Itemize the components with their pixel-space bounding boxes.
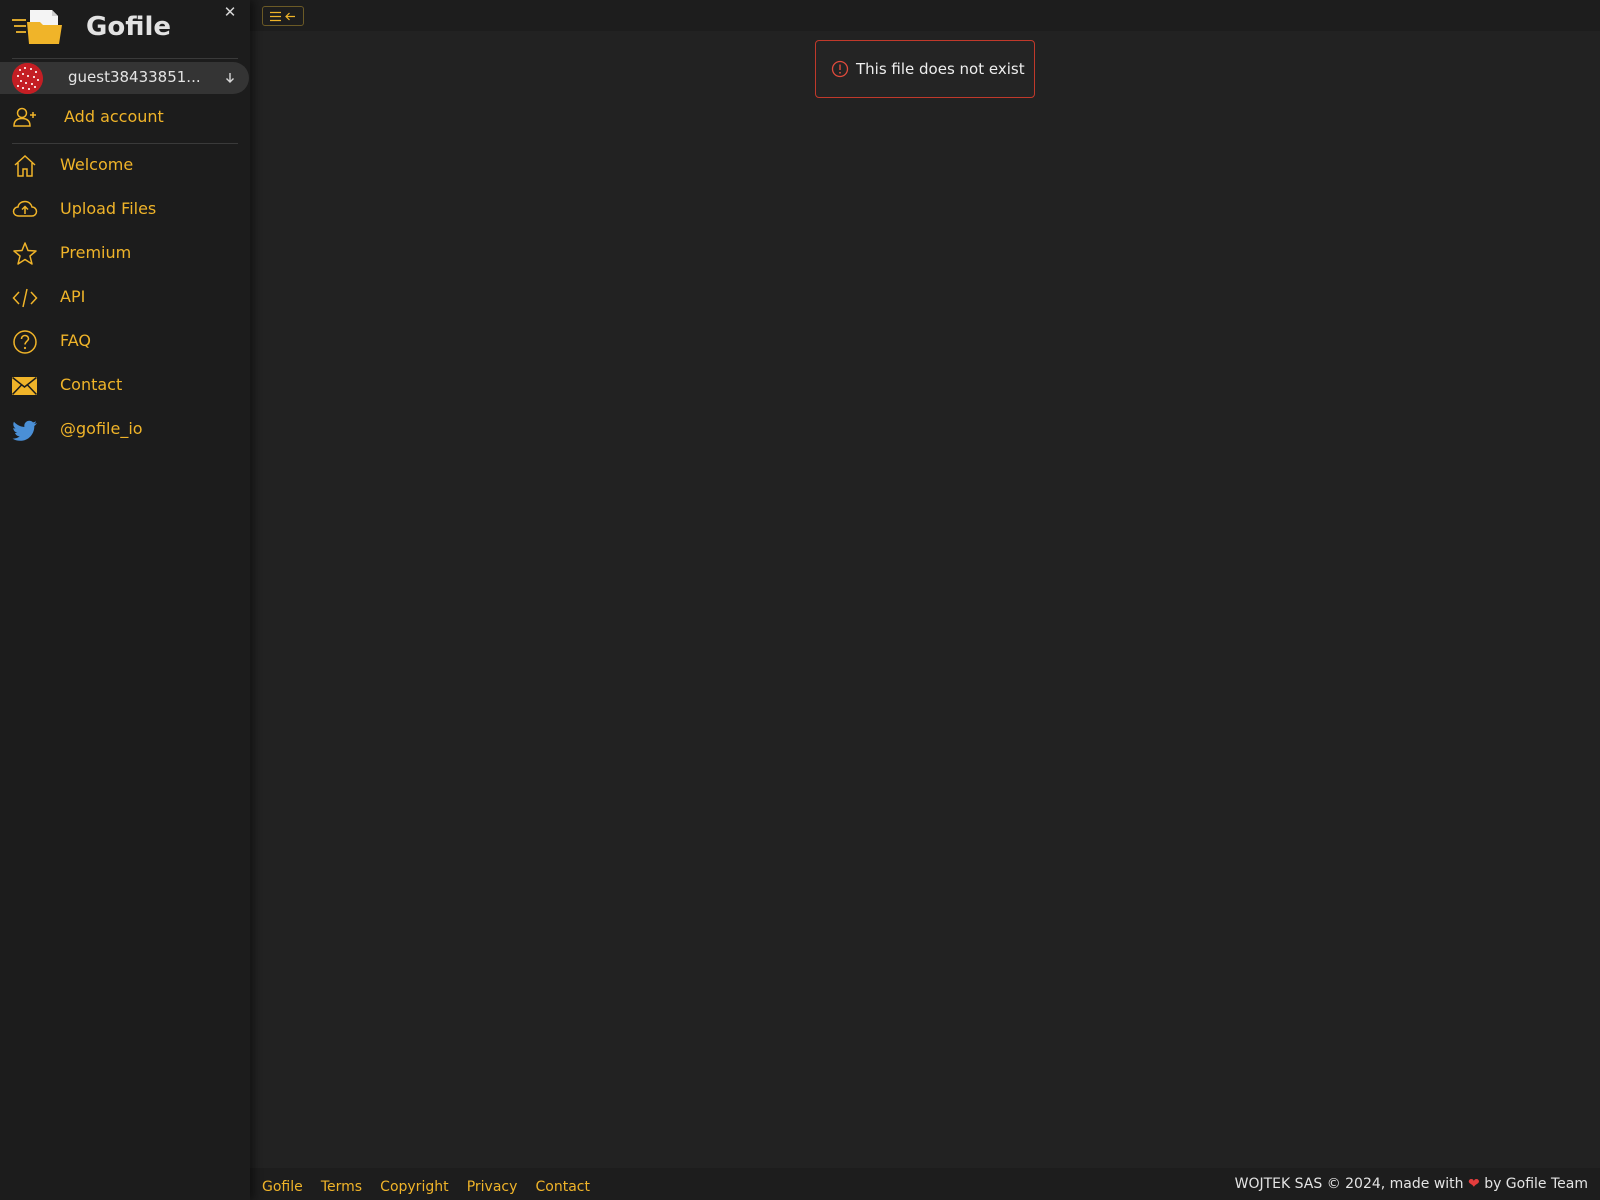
sidebar: Gofile ✕ guest38433851... Add account We… [0,0,250,1200]
star-icon [13,242,37,265]
top-bar [250,0,1600,31]
question-icon [13,330,37,354]
sidebar-item-contact[interactable]: Contact [0,365,249,405]
gofile-logo-icon [12,10,62,44]
alert-message: This file does not exist [856,60,1025,78]
toggle-sidebar-button[interactable] [262,6,304,26]
sidebar-item-label: API [60,287,86,306]
sidebar-item-welcome[interactable]: Welcome [0,145,249,185]
home-icon [14,154,36,177]
sidebar-item-label: Welcome [60,155,134,174]
sidebar-item-upload-files[interactable]: Upload Files [0,189,249,229]
sidebar-item-label: Upload Files [60,199,157,218]
footer-link-terms[interactable]: Terms [321,1179,362,1195]
twitter-icon [12,420,37,441]
sidebar-item-faq[interactable]: FAQ [0,321,249,361]
arrow-down-icon [226,73,234,83]
footer-link-contact[interactable]: Contact [535,1179,589,1195]
close-sidebar-button[interactable]: ✕ [222,4,238,20]
add-account-button[interactable]: Add account [0,97,249,137]
copyright-suffix: by Gofile Team [1484,1176,1588,1192]
code-icon [12,288,38,308]
account-selector[interactable]: guest38433851... [0,62,249,94]
add-account-label: Add account [64,107,164,126]
copyright-prefix: WOJTEK SAS © 2024, made with [1234,1176,1464,1192]
sidebar-item-label: @gofile_io [60,419,143,438]
footer-link-gofile[interactable]: Gofile [262,1179,303,1195]
sidebar-item-label: Contact [60,375,123,394]
footer: Gofile Terms Copyright Privacy Contact W… [250,1168,1600,1200]
sidebar-item-label: Premium [60,243,132,262]
brand[interactable]: Gofile [12,4,242,50]
footer-link-privacy[interactable]: Privacy [467,1179,518,1195]
divider [12,58,238,59]
footer-link-copyright[interactable]: Copyright [380,1179,448,1195]
sidebar-item-premium[interactable]: Premium [0,233,249,273]
sidebar-item-twitter[interactable]: @gofile_io [0,409,249,449]
copyright-notice: WOJTEK SAS © 2024, made with ❤ by Gofile… [1235,1176,1588,1192]
brand-name: Gofile [86,12,172,42]
account-username: guest38433851... [68,68,201,86]
heart-icon: ❤ [1468,1176,1480,1192]
divider [12,143,238,144]
sidebar-item-label: FAQ [60,331,91,350]
app: Gofile ✕ guest38433851... Add account We… [0,0,1600,1200]
menu-collapse-icon [270,11,295,22]
main-content: This file does not exist Gofile Terms Co… [250,0,1600,1200]
footer-links: Gofile Terms Copyright Privacy Contact [262,1176,603,1195]
cloud-upload-icon [12,200,38,217]
add-user-icon [13,107,36,127]
sidebar-item-api[interactable]: API [0,277,249,317]
alert-circle-icon [831,60,849,78]
envelope-icon [12,376,38,396]
error-alert: This file does not exist [815,40,1035,98]
avatar [12,63,43,94]
